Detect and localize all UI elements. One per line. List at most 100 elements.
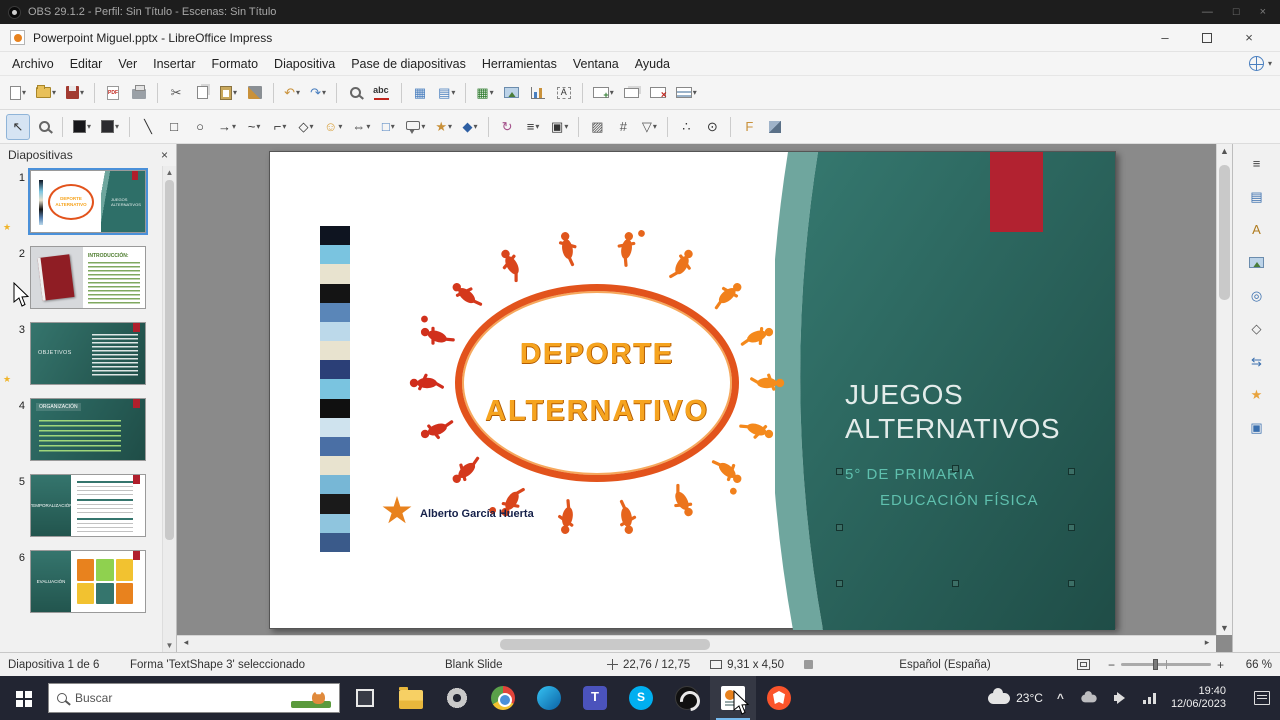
spelling-icon[interactable] [369, 80, 395, 106]
zoom-out-icon[interactable]: − [1108, 658, 1115, 672]
menu-ventana[interactable]: Ventana [565, 54, 627, 74]
zoom-in-icon[interactable]: + [1217, 658, 1224, 672]
shapes-icon[interactable]: ◇ [1242, 315, 1272, 341]
insert-chart-icon[interactable] [526, 80, 550, 106]
line-color-icon[interactable]: ▾ [69, 114, 95, 140]
speaker-icon[interactable] [1114, 692, 1129, 704]
scroll-left-icon[interactable]: ◂ [179, 637, 193, 648]
new-document-icon[interactable]: ▾ [6, 80, 30, 106]
insert-image-icon[interactable] [500, 80, 524, 106]
open-file-icon[interactable]: ▾ [32, 80, 60, 106]
navigator-icon[interactable]: ◎ [1242, 282, 1272, 308]
taskbar-search[interactable]: Buscar [48, 683, 340, 713]
deporte-alternativo-badge[interactable]: DEPORTE ALTERNATIVO [455, 284, 739, 482]
status-language[interactable]: Español (España) [823, 659, 1067, 671]
menu-formato[interactable]: Formato [204, 54, 267, 74]
rotate-icon[interactable]: ↻ [495, 114, 519, 140]
author-text[interactable]: Alberto García Huerta [420, 508, 534, 520]
menu-herramientas[interactable]: Herramientas [474, 54, 565, 74]
ellipse-icon[interactable]: ○ [188, 114, 212, 140]
slide-canvas[interactable]: DEPORTE ALTERNATIVO Alberto García Huert… [269, 151, 1116, 629]
fill-color-icon[interactable]: ▾ [97, 114, 123, 140]
scrollbar-thumb[interactable] [500, 639, 710, 650]
slide-transition-icon[interactable]: ⇆ [1242, 348, 1272, 374]
sidebar-settings-icon[interactable]: ≡ [1242, 150, 1272, 176]
selection-handle-se[interactable] [1068, 580, 1075, 587]
slide-thumbnail-2[interactable]: INTRODUCCIÓN: [30, 246, 146, 309]
menubar-globe-icon[interactable] [1249, 56, 1264, 71]
obs-minimize-button[interactable]: — [1202, 6, 1213, 18]
extrusion-icon[interactable] [763, 114, 787, 140]
insert-line-icon[interactable]: ╲ [136, 114, 160, 140]
align-objects-icon[interactable]: ≡▾ [521, 114, 545, 140]
obs-studio-icon[interactable] [664, 676, 710, 720]
properties-icon[interactable]: ▤ [1242, 183, 1272, 209]
callouts-icon[interactable]: ▾ [402, 114, 429, 140]
settings-icon[interactable] [434, 676, 480, 720]
menu-ayuda[interactable]: Ayuda [627, 54, 678, 74]
rectangle-icon[interactable]: □ [162, 114, 186, 140]
select-icon[interactable]: ↖ [6, 114, 30, 140]
menu-archivo[interactable]: Archivo [4, 54, 62, 74]
network-icon[interactable] [1143, 693, 1157, 704]
obs-maximize-button[interactable]: □ [1233, 6, 1240, 18]
scrollbar-thumb[interactable] [1219, 165, 1230, 300]
export-pdf-icon[interactable] [101, 80, 125, 106]
flowchart-icon[interactable]: □▾ [376, 114, 400, 140]
paste-icon[interactable]: ▾ [216, 80, 241, 106]
selection-handle-nw[interactable] [836, 468, 843, 475]
zoom-track[interactable] [1121, 663, 1211, 666]
fontwork-icon[interactable]: F [737, 114, 761, 140]
clone-formatting-icon[interactable] [243, 80, 267, 106]
master-slides-icon[interactable]: ▣ [1242, 414, 1272, 440]
shadow-icon[interactable]: ▨ [585, 114, 609, 140]
basic-shapes-icon[interactable]: ◇▾ [294, 114, 318, 140]
crop-image-icon[interactable]: # [611, 114, 635, 140]
slide-thumbnail-5[interactable]: TEMPORALIZACIÓN [30, 474, 146, 537]
slide-title-block[interactable]: JUEGOS ALTERNATIVOS 5° DE PRIMARIA EDUCA… [845, 378, 1110, 509]
task-view-icon[interactable] [342, 676, 388, 720]
red-accent-rectangle[interactable] [990, 152, 1043, 232]
vertical-scrollbar[interactable]: ▲ ▼ [1216, 144, 1232, 635]
copy-icon[interactable] [190, 80, 214, 106]
menu-editar[interactable]: Editar [62, 54, 111, 74]
stars-banners-icon[interactable]: ★▾ [431, 114, 456, 140]
zoom-icon[interactable] [32, 114, 56, 140]
chrome-icon[interactable] [480, 676, 526, 720]
tray-chevron-up-icon[interactable]: ^ [1057, 691, 1064, 705]
menu-ver[interactable]: Ver [110, 54, 145, 74]
weather-widget[interactable]: 23°C [988, 691, 1043, 705]
zoom-handle[interactable] [1153, 659, 1158, 670]
arrange-icon[interactable]: ▣▾ [547, 114, 572, 140]
horizontal-scrollbar[interactable]: ◂ ▸ [177, 635, 1216, 652]
connector-icon[interactable]: ⌐▾ [268, 114, 292, 140]
start-button[interactable] [0, 676, 46, 720]
animation-icon[interactable]: ★ [1242, 381, 1272, 407]
symbol-shapes-icon[interactable]: ☺▾ [320, 114, 346, 140]
selection-handle-s[interactable] [952, 580, 959, 587]
insert-table-icon[interactable]: ▦▾ [472, 80, 497, 106]
brave-icon[interactable] [756, 676, 802, 720]
menu-insertar[interactable]: Insertar [145, 54, 203, 74]
insert-textbox-icon[interactable] [552, 80, 576, 106]
scroll-down-icon[interactable]: ▼ [1217, 623, 1232, 633]
search-highlight-image[interactable] [291, 686, 331, 710]
scroll-right-icon[interactable]: ▸ [1200, 637, 1214, 648]
slide-layout-icon[interactable]: ▾ [672, 80, 701, 106]
zoom-value[interactable]: 66 % [1232, 659, 1272, 671]
selection-handle-ne[interactable] [1068, 468, 1075, 475]
close-icon[interactable]: × [161, 148, 168, 162]
taskbar-clock[interactable]: 19:40 12/06/2023 [1171, 685, 1226, 711]
obs-close-button[interactable]: × [1260, 6, 1266, 18]
find-replace-icon[interactable] [343, 80, 367, 106]
delete-slide-icon[interactable] [646, 80, 670, 106]
line-arrow-icon[interactable]: →▾ [214, 114, 240, 140]
restore-button[interactable] [1186, 25, 1228, 51]
image-filter-icon[interactable]: ▽▾ [637, 114, 661, 140]
slide-thumbnail-6[interactable]: EVALUACIÓN [30, 550, 146, 613]
slide-thumbnail-3[interactable]: OBJETIVOS [30, 322, 146, 385]
slide-thumbnail-4[interactable]: ORGANIZACIÓN [30, 398, 146, 461]
gallery-icon[interactable] [1242, 249, 1272, 275]
slide-thumbnail-1[interactable]: DEPORTEALTERNATIVO JUEGOS ALTERNATIVOS [30, 170, 146, 233]
glue-points-icon[interactable]: ⊙ [700, 114, 724, 140]
